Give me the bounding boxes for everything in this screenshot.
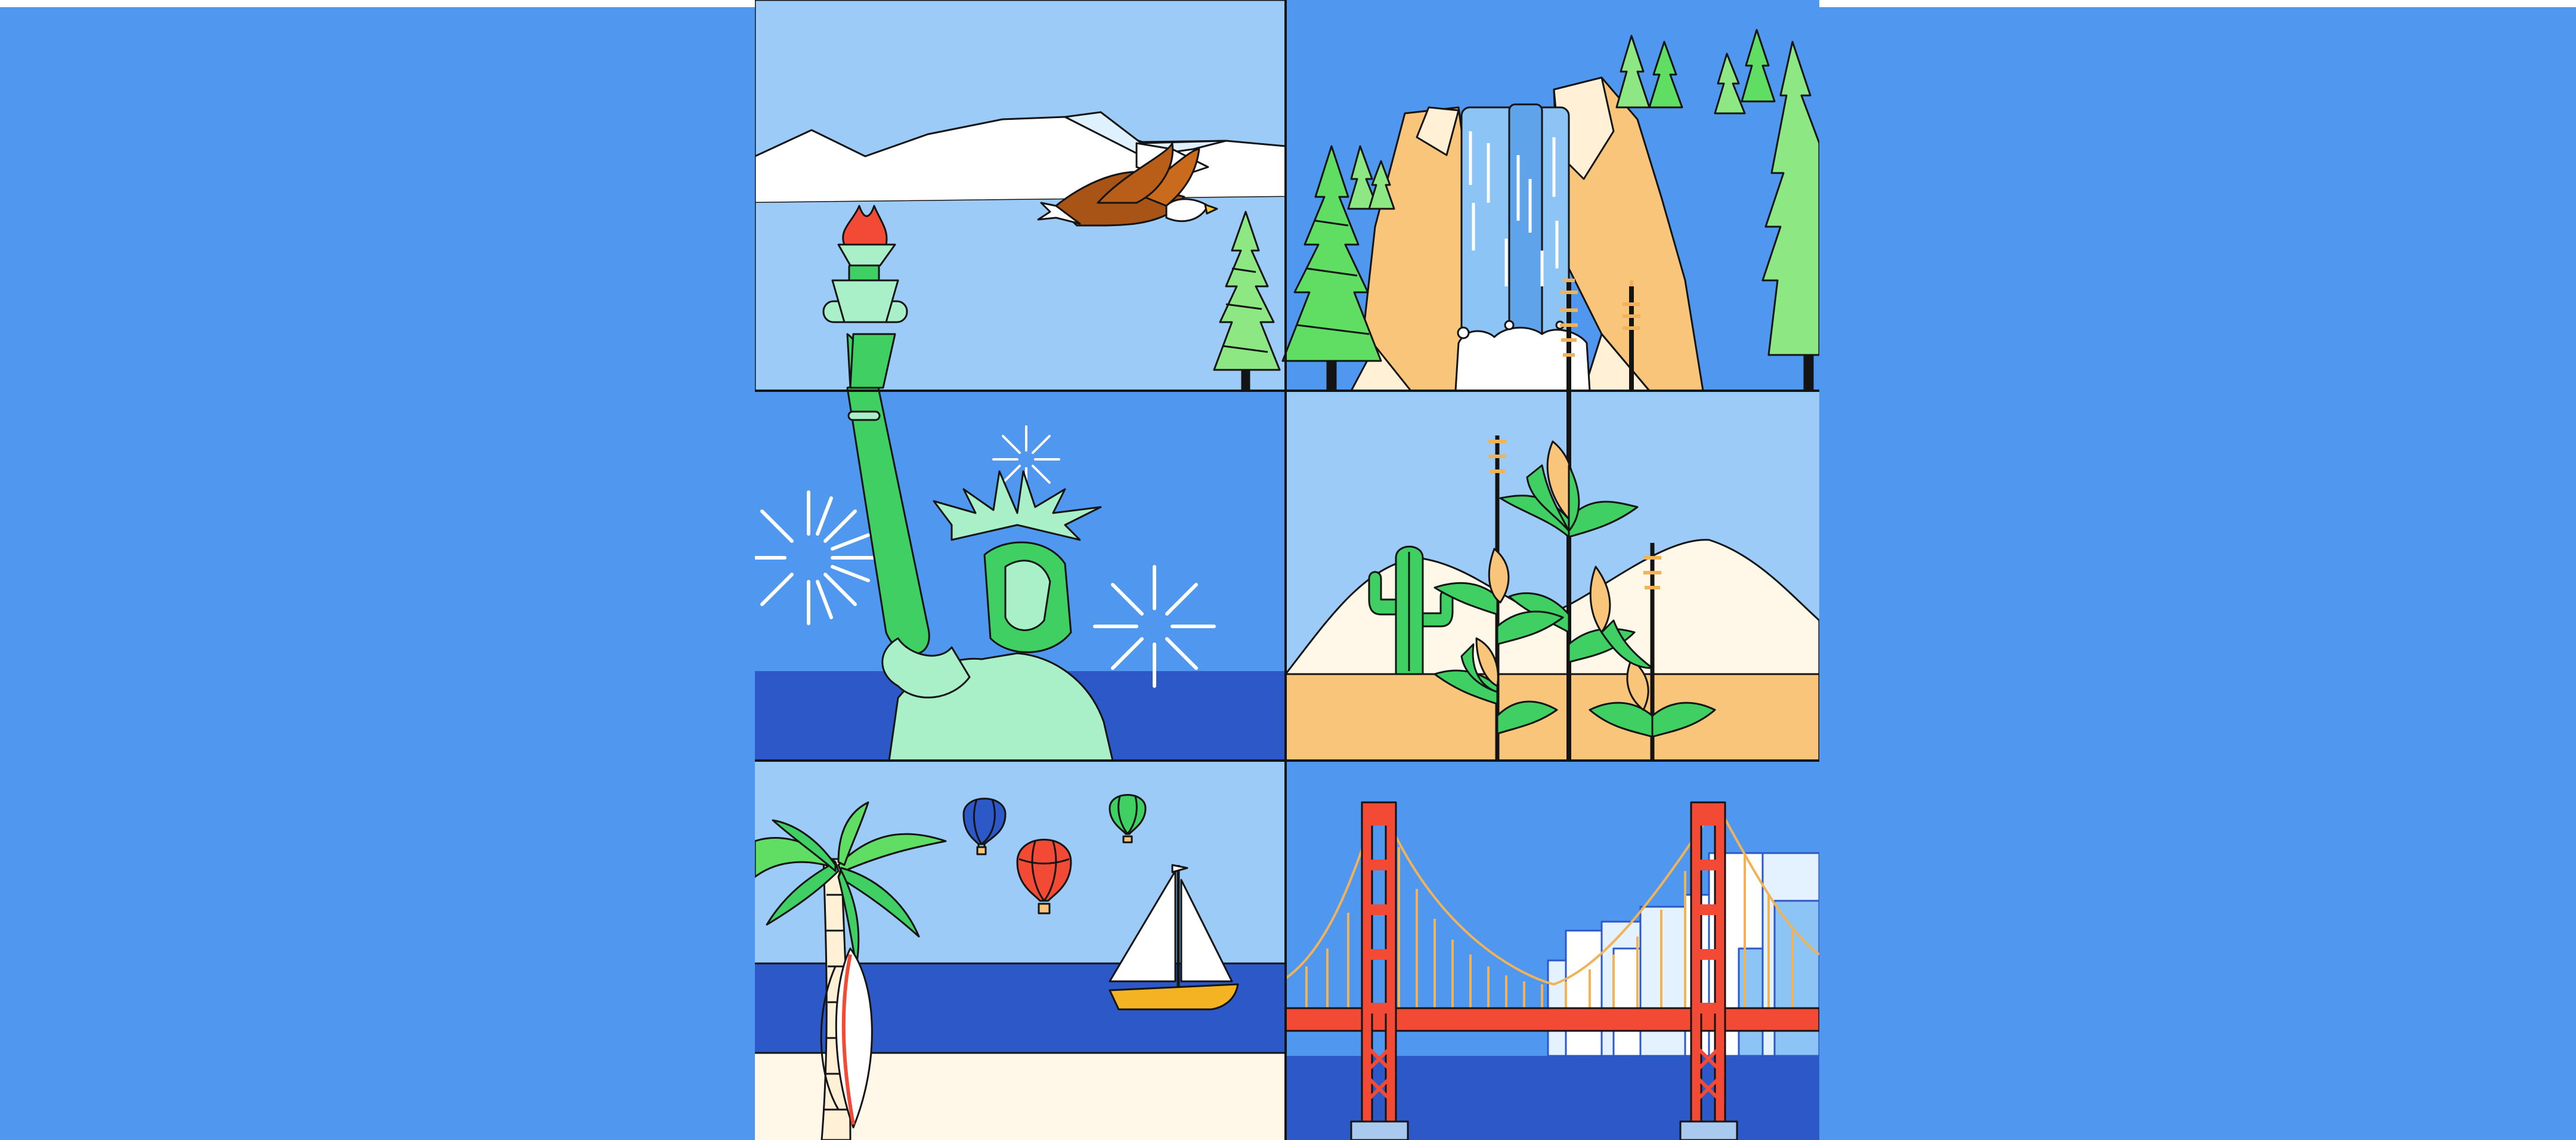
golden-gate-panel — [1284, 761, 1819, 1140]
left-background-band — [0, 7, 755, 1140]
waterfall-forest-panel — [1281, 0, 1819, 392]
beach-panel — [755, 761, 1286, 1140]
right-background-band — [1819, 7, 2576, 1140]
mountains-eagle-panel — [755, 0, 1287, 392]
mountain-icon — [755, 111, 1287, 391]
usa-landmarks-collage — [755, 0, 1819, 1140]
